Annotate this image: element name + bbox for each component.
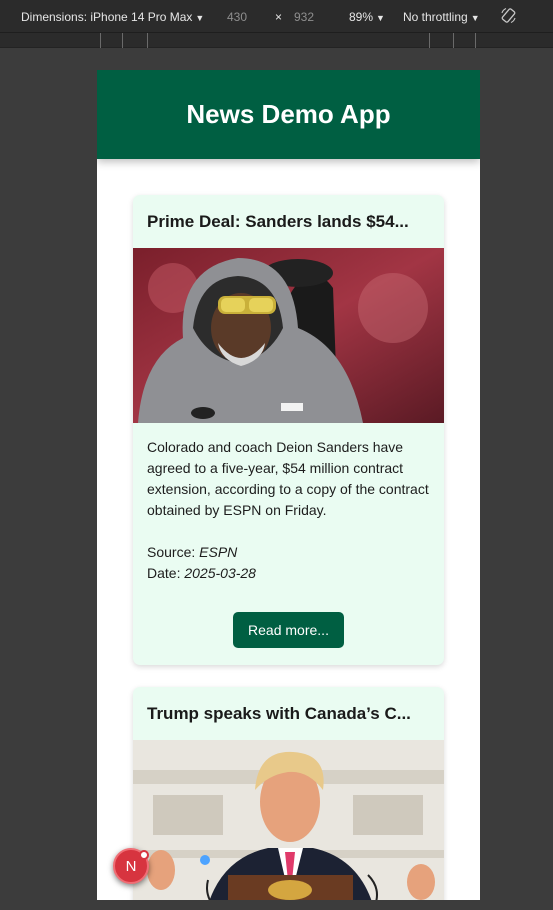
date-value: 2025-03-28 — [184, 565, 256, 581]
read-more-button[interactable]: Read more... — [233, 612, 344, 648]
news-card-image — [133, 740, 444, 900]
source-label: Source: — [147, 544, 196, 560]
news-card-title[interactable]: Trump speaks with Canada’s C... — [133, 687, 444, 740]
news-card-description: Colorado and coach Deion Sanders have ag… — [147, 439, 429, 518]
throttling-label: No throttling — [403, 10, 468, 24]
nextjs-badge-letter: N — [125, 857, 137, 875]
badge-status-dot — [139, 850, 149, 860]
news-card-meta: Source: ESPN Date: 2025-03-28 — [147, 542, 430, 584]
viewport-width-input[interactable]: 430 — [227, 10, 247, 24]
devtools-device-toolbar: Dimensions: iPhone 14 Pro Max ▼ 430 × 932… — [0, 0, 553, 33]
app-title: News Demo App — [186, 99, 391, 129]
device-dimensions-label: Dimensions: iPhone 14 Pro Max — [21, 10, 193, 24]
rotate-icon[interactable] — [500, 7, 517, 24]
app-header: News Demo App — [97, 70, 480, 159]
viewport-height-input[interactable]: 932 — [294, 10, 314, 24]
source-value: ESPN — [199, 544, 238, 560]
chevron-down-icon: ▼ — [470, 13, 480, 23]
news-card-image — [133, 248, 444, 423]
device-dimensions-select[interactable]: Dimensions: iPhone 14 Pro Max ▼ — [21, 10, 204, 24]
date-label: Date: — [147, 565, 181, 581]
throttling-select[interactable]: No throttling ▼ — [403, 10, 480, 24]
media-query-ruler[interactable] — [0, 33, 553, 48]
news-card-title[interactable]: Prime Deal: Sanders lands $54... — [133, 195, 444, 248]
news-card: Trump speaks with Canada’s C... — [133, 687, 444, 900]
dimension-separator: × — [275, 10, 283, 24]
device-viewport: News Demo App Prime Deal: Sanders lands … — [97, 70, 480, 900]
zoom-label: 89% — [349, 10, 374, 24]
zoom-select[interactable]: 89% ▼ — [349, 10, 385, 24]
chevron-down-icon: ▼ — [195, 13, 205, 23]
news-card: Prime Deal: Sanders lands $54... Colorad… — [133, 195, 444, 665]
chevron-down-icon: ▼ — [376, 13, 385, 23]
